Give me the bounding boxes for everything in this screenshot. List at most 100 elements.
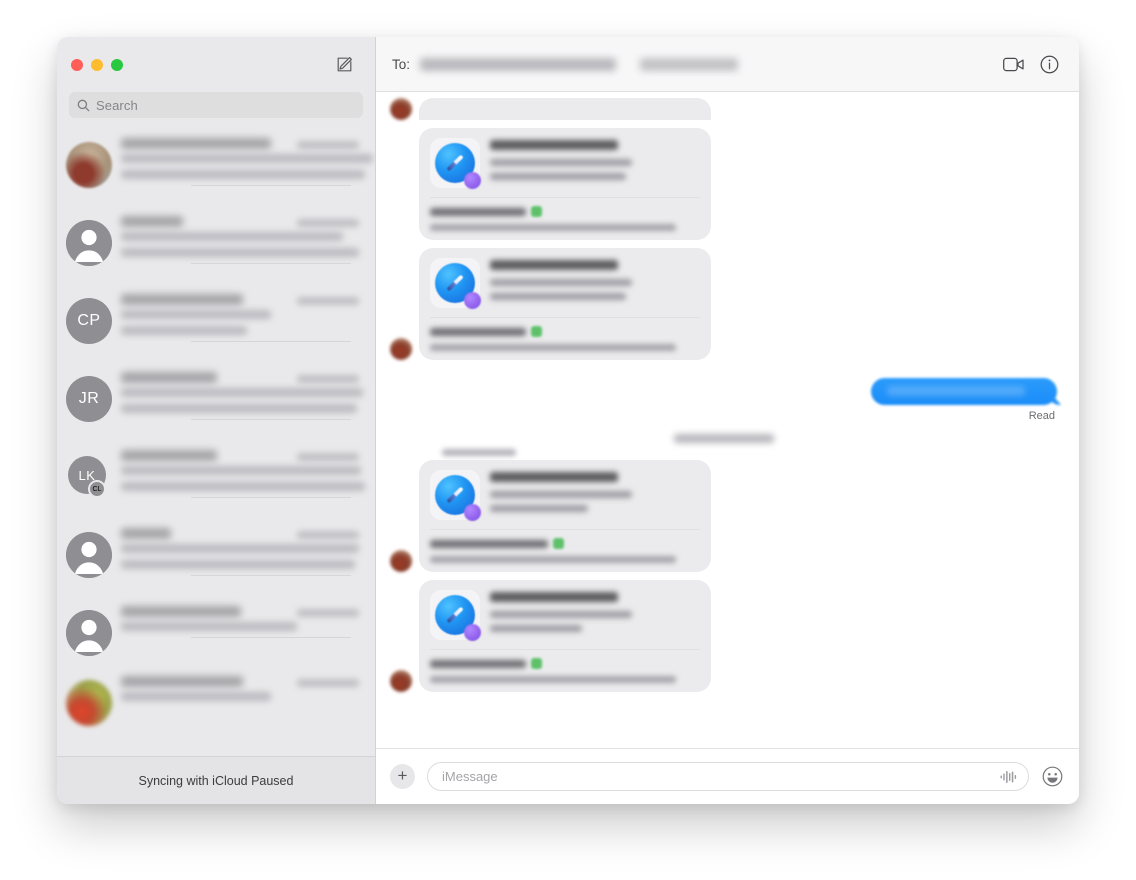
message-bubble[interactable]: [871, 378, 1057, 405]
app-badge-icon: [464, 172, 481, 189]
outgoing-message: Read: [871, 378, 1057, 422]
link-title: [490, 260, 618, 270]
avatar-slot: [57, 528, 121, 578]
avatar: JR: [66, 376, 112, 422]
green-badge-icon: [531, 206, 542, 217]
list-item-body: [121, 450, 365, 498]
message-preview: [121, 310, 271, 319]
avatar-slot: [57, 216, 121, 266]
link-title: [490, 592, 618, 602]
avatar-slot: LK CL: [57, 450, 121, 500]
link-card-text: [490, 590, 700, 640]
list-item[interactable]: LK CL: [57, 441, 375, 519]
video-camera-icon[interactable]: [999, 50, 1027, 78]
list-item[interactable]: [57, 597, 375, 667]
message-preview: [121, 232, 343, 241]
conversation-list[interactable]: CP JR LK CL: [57, 129, 375, 756]
green-badge-icon: [553, 538, 564, 549]
avatar: [66, 532, 112, 578]
link-title: [490, 140, 618, 150]
safari-icon: [430, 590, 481, 641]
caption-text: [430, 327, 526, 336]
maximize-button[interactable]: [111, 58, 123, 71]
list-item-body: [121, 606, 363, 638]
avatar-initials: CP: [77, 312, 101, 329]
link-card-header: [430, 590, 700, 650]
search-icon: [77, 99, 90, 112]
link-preview-card[interactable]: [419, 580, 711, 692]
link-card-footer: [430, 198, 700, 231]
traffic-lights: [71, 58, 123, 71]
message-row: [390, 460, 1057, 572]
list-item[interactable]: [57, 667, 375, 737]
avatar: [390, 670, 412, 692]
link-subtitle: [490, 611, 632, 618]
audio-waveform-icon[interactable]: [1000, 770, 1018, 784]
message-preview: [121, 248, 359, 257]
footer-text: [430, 676, 676, 683]
link-url: [490, 625, 582, 632]
message-row: [390, 580, 1057, 692]
recipient-token-secondary[interactable]: [640, 57, 739, 71]
recipient-token-primary[interactable]: [420, 57, 617, 71]
list-item[interactable]: JR: [57, 363, 375, 441]
list-item[interactable]: CP: [57, 285, 375, 363]
avatar: [66, 142, 112, 188]
message-preview: [121, 622, 297, 631]
divider: [191, 637, 351, 638]
close-button[interactable]: [71, 58, 83, 71]
read-receipt: Read: [1028, 410, 1055, 422]
app-badge-icon: [464, 624, 481, 641]
safari-icon: [430, 258, 481, 309]
contact-name: [121, 528, 171, 539]
smiley-face-icon[interactable]: [1041, 766, 1063, 788]
list-item[interactable]: [57, 207, 375, 285]
minimize-button[interactable]: [91, 58, 103, 71]
plus-icon[interactable]: +: [390, 764, 415, 789]
timestamp: [297, 375, 359, 383]
link-subtitle: [490, 159, 632, 166]
imessage-input[interactable]: [442, 769, 992, 784]
conversations-sidebar: Search CP JR LK CL Syncing with iCloud P…: [57, 37, 376, 804]
list-item[interactable]: [57, 129, 375, 207]
thread-header: To:: [376, 37, 1079, 92]
list-item-body: [121, 676, 363, 708]
date-separator-text: [673, 434, 774, 443]
link-card-footer: [430, 530, 700, 563]
timestamp: [297, 141, 359, 149]
search-input[interactable]: Search: [69, 92, 363, 118]
avatar-initials: JR: [78, 390, 100, 407]
link-preview-card[interactable]: [419, 248, 711, 360]
sender-name-label: [442, 449, 516, 456]
link-card-footer: [430, 650, 700, 683]
message-list[interactable]: Read: [376, 92, 1079, 748]
safari-icon: [430, 470, 481, 521]
avatar: [66, 680, 112, 726]
compose-bar: +: [376, 748, 1079, 804]
message-preview: [121, 544, 359, 553]
group-badge-initials: CL: [92, 485, 102, 493]
avatar: [390, 550, 412, 572]
sidebar-titlebar: [57, 37, 375, 92]
link-preview-card-partial[interactable]: [419, 98, 711, 120]
compose-icon[interactable]: [331, 52, 357, 78]
link-subtitle: [490, 279, 632, 286]
info-circle-icon[interactable]: [1035, 50, 1063, 78]
avatar-slot: [57, 138, 121, 188]
link-card-footer: [430, 318, 700, 351]
link-preview-card[interactable]: [419, 128, 711, 240]
avatar: [66, 610, 112, 656]
link-subtitle: [490, 491, 632, 498]
link-preview-card[interactable]: [419, 460, 711, 572]
message-row: [390, 248, 1057, 360]
imessage-input-wrapper[interactable]: [427, 762, 1029, 791]
footer-text: [430, 344, 676, 351]
message-preview: [121, 326, 247, 335]
sync-status-text: Syncing with iCloud Paused: [138, 773, 294, 788]
timestamp: [297, 679, 359, 687]
divider: [191, 497, 351, 498]
avatar-slot: JR: [57, 372, 121, 422]
contact-name: [121, 372, 217, 383]
list-item[interactable]: [57, 519, 375, 597]
link-card-header: [430, 470, 700, 530]
